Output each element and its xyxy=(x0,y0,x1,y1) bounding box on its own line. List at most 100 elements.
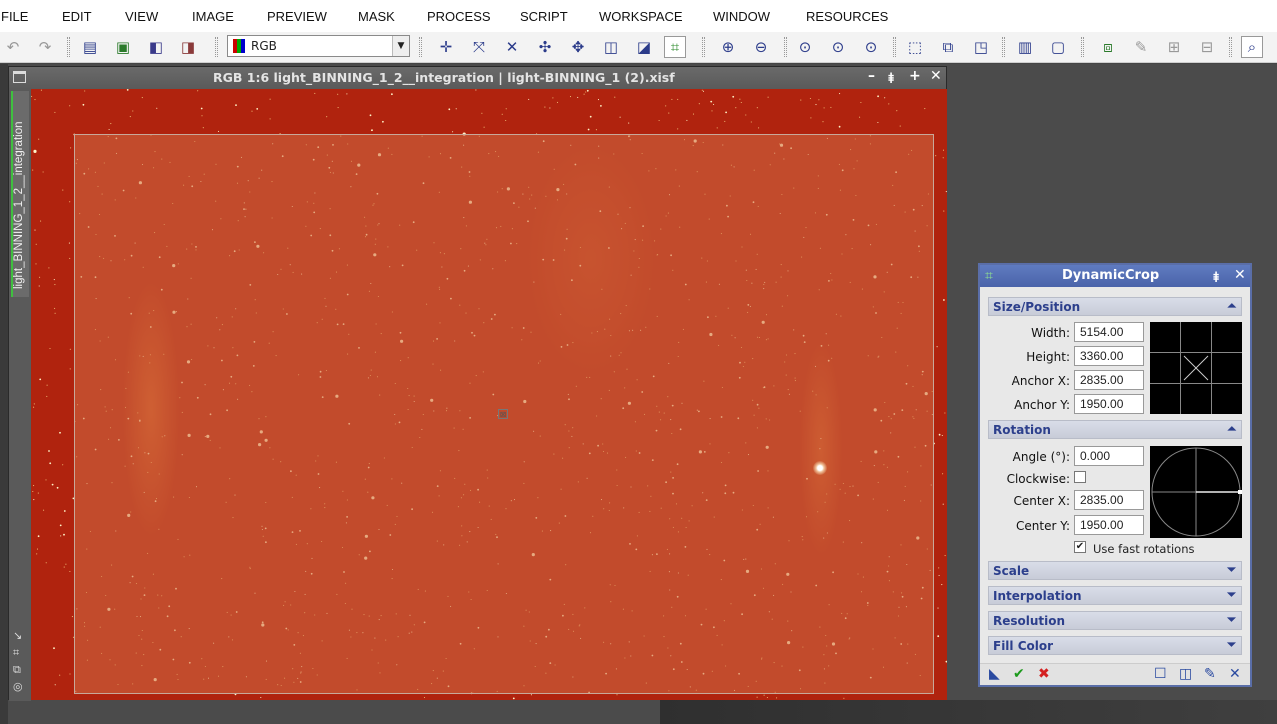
reset-icon[interactable]: ✕ xyxy=(1229,666,1241,682)
anchor-grid-preview[interactable] xyxy=(1150,322,1242,414)
target-icon[interactable]: ◎ xyxy=(13,680,23,693)
fast-rotations-checkbox[interactable]: ✔ xyxy=(1074,541,1086,553)
apply-check-icon[interactable]: ✔ xyxy=(1013,666,1025,682)
cancel-x-icon[interactable]: ✖ xyxy=(1038,666,1050,682)
chevron-up-icon[interactable]: ⏶ xyxy=(1227,422,1236,436)
close-icon[interactable]: ✕ xyxy=(1234,267,1246,283)
menu-resources[interactable]: RESOURCES xyxy=(806,9,888,24)
new-image-icon[interactable]: ▣ xyxy=(112,36,134,58)
menu-edit[interactable]: EDIT xyxy=(62,9,92,24)
zoom-icon[interactable]: ⊙ xyxy=(794,36,816,58)
window-icon[interactable]: ▥ xyxy=(1014,36,1036,58)
image-window-titlebar[interactable]: RGB 1:6 light_BINNING_1_2__integration |… xyxy=(9,67,946,89)
menu-view[interactable]: VIEW xyxy=(125,9,158,24)
shade-icon[interactable]: ⯒ xyxy=(1213,267,1219,291)
section-resolution[interactable]: Resolution ⏷ xyxy=(988,611,1242,630)
star xyxy=(938,574,940,577)
expand-icon[interactable]: ✣ xyxy=(534,36,556,58)
star xyxy=(843,697,845,699)
explorer-icon[interactable]: ⌕ xyxy=(1241,36,1263,58)
chevron-down-icon[interactable]: ⏷ xyxy=(1227,588,1236,602)
star xyxy=(69,257,71,259)
image-canvas[interactable]: ⊠ xyxy=(31,89,947,700)
menu-preview[interactable]: PREVIEW xyxy=(267,9,327,24)
settings-wrench-icon[interactable]: ✎ xyxy=(1204,666,1216,682)
section-rotation[interactable]: Rotation ⏶ xyxy=(988,420,1242,439)
star xyxy=(756,696,758,698)
menu-workspace[interactable]: WORKSPACE xyxy=(599,9,683,24)
chevron-down-icon[interactable]: ▼ xyxy=(392,36,409,56)
arrow-diagonal-icon[interactable]: ↘ xyxy=(13,629,22,642)
preview-select-icon[interactable]: ⧉ xyxy=(937,36,959,58)
dynamic-crop-icon[interactable]: ⌗ xyxy=(664,36,686,58)
chevron-down-icon[interactable]: ⏷ xyxy=(1227,563,1236,577)
new-process-icon[interactable]: ⧈ xyxy=(1097,36,1119,58)
color-image-icon[interactable]: ◧ xyxy=(145,36,167,58)
star xyxy=(823,107,825,109)
chevron-down-icon[interactable]: ⏷ xyxy=(1227,638,1236,652)
view-channel-select[interactable]: RGB ▼ xyxy=(227,35,410,57)
crop-center-handle[interactable]: ⊠ xyxy=(498,409,508,419)
width-field[interactable]: 5154.00 xyxy=(1074,322,1144,342)
documentation-icon[interactable]: ◫ xyxy=(1179,666,1192,682)
chevron-down-icon[interactable]: ⏷ xyxy=(1227,613,1236,627)
star xyxy=(62,189,64,191)
star xyxy=(945,191,947,193)
height-field[interactable]: 3360.00 xyxy=(1074,346,1144,366)
menu-process[interactable]: PROCESS xyxy=(427,9,491,24)
image-info-icon[interactable]: ▤ xyxy=(79,36,101,58)
color-channels-icon[interactable]: ◨ xyxy=(177,36,199,58)
new-instance-icon[interactable]: ◣ xyxy=(989,666,1000,682)
image-window[interactable]: RGB 1:6 light_BINNING_1_2__integration |… xyxy=(8,66,947,701)
undo-icon[interactable]: ↶ xyxy=(2,36,24,58)
document-edit-icon[interactable]: ◪ xyxy=(633,36,655,58)
browse-icon[interactable]: ☐ xyxy=(1154,666,1167,682)
rotation-dial[interactable] xyxy=(1150,446,1242,538)
section-scale[interactable]: Scale ⏷ xyxy=(988,561,1242,580)
star xyxy=(269,98,271,100)
clockwise-checkbox[interactable] xyxy=(1074,471,1086,483)
add-process-icon[interactable]: ⊞ xyxy=(1163,36,1185,58)
section-interpolation[interactable]: Interpolation ⏷ xyxy=(988,586,1242,605)
shrink-icon[interactable]: ✕ xyxy=(501,36,523,58)
zoom-out-icon[interactable]: ⊖ xyxy=(750,36,772,58)
star xyxy=(859,116,861,118)
zoom-fit-icon[interactable]: ⊙ xyxy=(827,36,849,58)
anchor-x-field[interactable]: 2835.00 xyxy=(1074,370,1144,390)
close-icon[interactable]: ✕ xyxy=(930,68,942,84)
redo-icon[interactable]: ↷ xyxy=(34,36,56,58)
maximize-window-icon[interactable]: ▢ xyxy=(1047,36,1069,58)
document-icon[interactable]: ◫ xyxy=(600,36,622,58)
star xyxy=(48,450,50,452)
center-y-field[interactable]: 1950.00 xyxy=(1074,515,1144,535)
fit-view-icon[interactable]: ⤧ xyxy=(468,36,490,58)
chevron-up-icon[interactable]: ⏶ xyxy=(1227,299,1236,313)
star xyxy=(53,647,55,650)
maximize-icon[interactable]: + xyxy=(909,68,921,84)
edit-process-icon[interactable]: ✎ xyxy=(1130,36,1152,58)
zoom-actual-icon[interactable]: ⊙ xyxy=(860,36,882,58)
image-side-tab[interactable]: light_BINNING_1_2__integration ↘ ⌗ ⧉ ◎ xyxy=(9,89,31,701)
pan-icon[interactable]: ✥ xyxy=(567,36,589,58)
menu-window[interactable]: WINDOW xyxy=(713,9,770,24)
menu-mask[interactable]: MASK xyxy=(358,9,395,24)
minimize-icon[interactable]: – xyxy=(868,68,875,84)
section-fill-color[interactable]: Fill Color ⏷ xyxy=(988,636,1242,655)
remove-process-icon[interactable]: ⊟ xyxy=(1196,36,1218,58)
angle-field[interactable]: 0.000 xyxy=(1074,446,1144,466)
clone-icon[interactable]: ⧉ xyxy=(13,663,21,677)
star xyxy=(595,129,597,131)
menu-file[interactable]: FILE xyxy=(1,9,28,24)
preview-new-icon[interactable]: ⬚ xyxy=(904,36,926,58)
move-icon[interactable]: ✛ xyxy=(435,36,457,58)
dynamic-crop-titlebar[interactable]: ⌗ DynamicCrop ⯒ ✕ xyxy=(980,265,1250,287)
section-size-position[interactable]: Size/Position ⏶ xyxy=(988,297,1242,316)
center-x-field[interactable]: 2835.00 xyxy=(1074,490,1144,510)
menu-script[interactable]: SCRIPT xyxy=(520,9,568,24)
zoom-in-icon[interactable]: ⊕ xyxy=(717,36,739,58)
star xyxy=(937,635,940,638)
menu-image[interactable]: IMAGE xyxy=(192,9,234,24)
fit-icon[interactable]: ⌗ xyxy=(13,646,19,660)
anchor-y-field[interactable]: 1950.00 xyxy=(1074,394,1144,414)
preview-edit-icon[interactable]: ◳ xyxy=(970,36,992,58)
